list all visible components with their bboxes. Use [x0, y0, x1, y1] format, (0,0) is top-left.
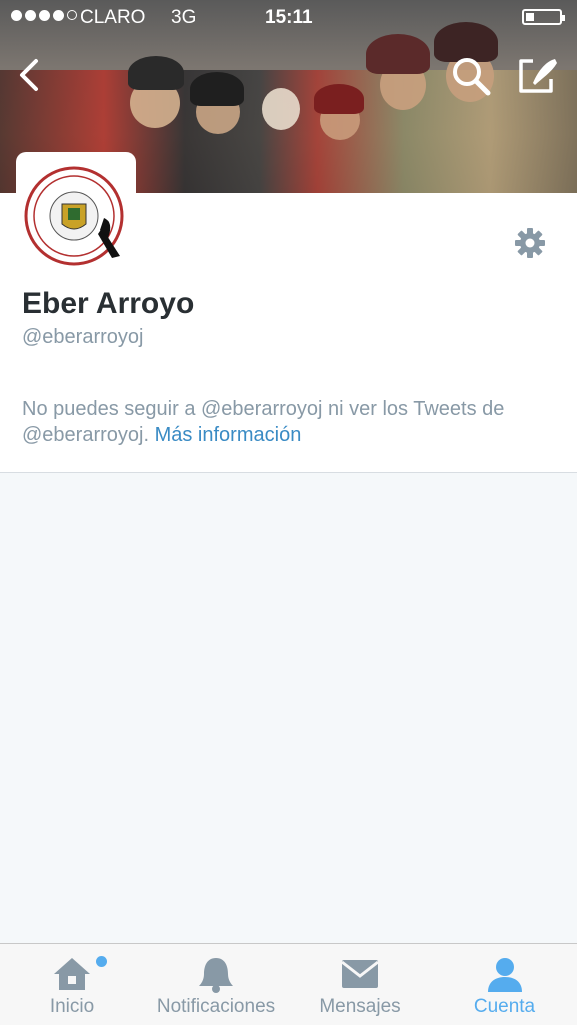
chevron-left-icon — [20, 59, 38, 91]
compose-icon — [519, 59, 557, 93]
battery-icon — [522, 9, 565, 25]
status-bar: CLARO 3G 15:11 — [0, 0, 577, 36]
profile-handle: @eberarroyoj — [22, 326, 144, 348]
person-icon — [485, 956, 525, 1000]
gear-icon — [515, 228, 545, 258]
carrier-name: CLARO — [80, 7, 146, 28]
tab-bar: Inicio Notificaciones Mensajes Cuenta — [0, 943, 577, 1025]
bell-icon — [196, 956, 236, 1000]
settings-button[interactable] — [513, 226, 547, 260]
tab-label: Notificaciones — [156, 996, 276, 1017]
signal-dot — [53, 10, 64, 21]
profile-name: Eber Arroyo — [22, 287, 195, 320]
signal-dot — [39, 10, 50, 21]
header-helmet — [128, 56, 184, 90]
compose-tweet-button[interactable] — [517, 55, 561, 99]
header-helmet — [190, 72, 244, 106]
envelope-icon — [340, 956, 380, 996]
protected-account-notice: No puedes seguir a @eberarroyoj ni ver l… — [22, 396, 552, 448]
firefighter-emblem-logo — [24, 166, 124, 266]
tab-label: Mensajes — [319, 996, 401, 1017]
search-icon — [453, 58, 491, 96]
signal-dot — [67, 10, 77, 20]
search-button[interactable] — [450, 55, 494, 99]
new-content-badge — [96, 956, 107, 967]
header-figure — [262, 88, 300, 130]
home-icon — [52, 956, 92, 998]
tab-inicio[interactable]: Inicio — [0, 944, 144, 1025]
more-info-link[interactable]: Más información — [155, 424, 302, 446]
tab-cuenta[interactable]: Cuenta — [432, 944, 577, 1025]
tab-label: Inicio — [49, 996, 95, 1017]
avatar[interactable] — [16, 152, 136, 272]
signal-strength — [11, 10, 77, 21]
back-button[interactable] — [16, 55, 46, 95]
tab-notificaciones[interactable]: Notificaciones — [144, 944, 288, 1025]
header-helmet — [366, 34, 430, 74]
tab-label: Cuenta — [473, 996, 536, 1017]
signal-dot — [25, 10, 36, 21]
tab-mensajes[interactable]: Mensajes — [288, 944, 432, 1025]
network-type: 3G — [171, 7, 197, 28]
header-helmet — [314, 84, 364, 114]
battery-fill — [526, 13, 534, 21]
signal-dot — [11, 10, 22, 21]
clock: 15:11 — [265, 7, 313, 28]
